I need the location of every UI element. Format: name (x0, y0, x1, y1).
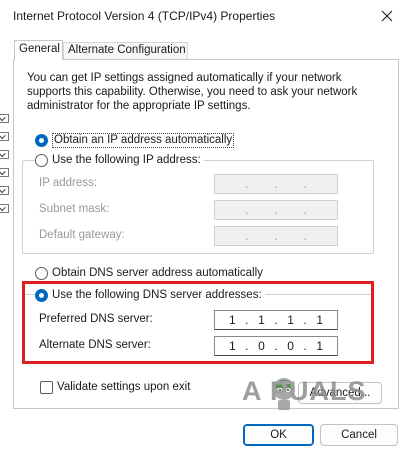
background-checkbox (0, 132, 9, 141)
background-checkbox (0, 186, 9, 195)
use-following-dns-label: Use the following DNS server addresses: (52, 289, 262, 301)
obtain-dns-auto-radio[interactable] (35, 266, 48, 280)
background-checkbox (0, 150, 9, 159)
use-following-ip-radio[interactable] (35, 153, 48, 167)
ok-button[interactable]: OK (243, 424, 314, 446)
default-gateway-input: ... (214, 226, 338, 246)
ip-address-label: IP address: (39, 177, 97, 189)
background-checkbox (0, 114, 9, 123)
tab-alternate-configuration[interactable]: Alternate Configuration (63, 42, 188, 59)
use-following-ip-option[interactable]: Use the following IP address: (35, 152, 204, 168)
background-checkbox (0, 168, 9, 177)
obtain-dns-auto-label: Obtain DNS server address automatically (52, 267, 263, 279)
use-following-dns-radio[interactable] (35, 288, 48, 302)
cancel-button[interactable]: Cancel (320, 424, 398, 446)
obtain-dns-auto-option[interactable]: Obtain DNS server address automatically (35, 265, 263, 281)
use-following-dns-option[interactable]: Use the following DNS server addresses: (35, 287, 265, 303)
tab-general[interactable]: General (14, 40, 63, 60)
subnet-mask-input: ... (214, 200, 338, 220)
appuals-watermark: A PUALS (242, 372, 372, 412)
close-button[interactable] (376, 6, 398, 26)
background-window-edge (0, 70, 12, 245)
title-bar: Internet Protocol Version 4 (TCP/IPv4) P… (0, 0, 410, 32)
window-title: Internet Protocol Version 4 (TCP/IPv4) P… (13, 9, 276, 23)
validate-settings-option[interactable]: Validate settings upon exit (40, 379, 190, 395)
ip-address-input: ... (214, 174, 338, 194)
default-gateway-label: Default gateway: (39, 229, 125, 241)
subnet-mask-label: Subnet mask: (39, 203, 110, 215)
close-icon[interactable] (376, 6, 398, 26)
validate-settings-label: Validate settings upon exit (57, 381, 191, 393)
watermark-text: A PUALS (242, 376, 367, 406)
validate-settings-checkbox[interactable] (40, 380, 53, 394)
obtain-ip-auto-option[interactable]: Obtain an IP address automatically (35, 132, 235, 148)
background-checkbox (0, 204, 9, 213)
description-text: You can get IP settings assigned automat… (27, 72, 358, 112)
obtain-ip-auto-label: Obtain an IP address automatically (52, 132, 235, 148)
use-following-ip-label: Use the following IP address: (52, 154, 201, 166)
obtain-ip-auto-radio[interactable] (35, 133, 48, 147)
